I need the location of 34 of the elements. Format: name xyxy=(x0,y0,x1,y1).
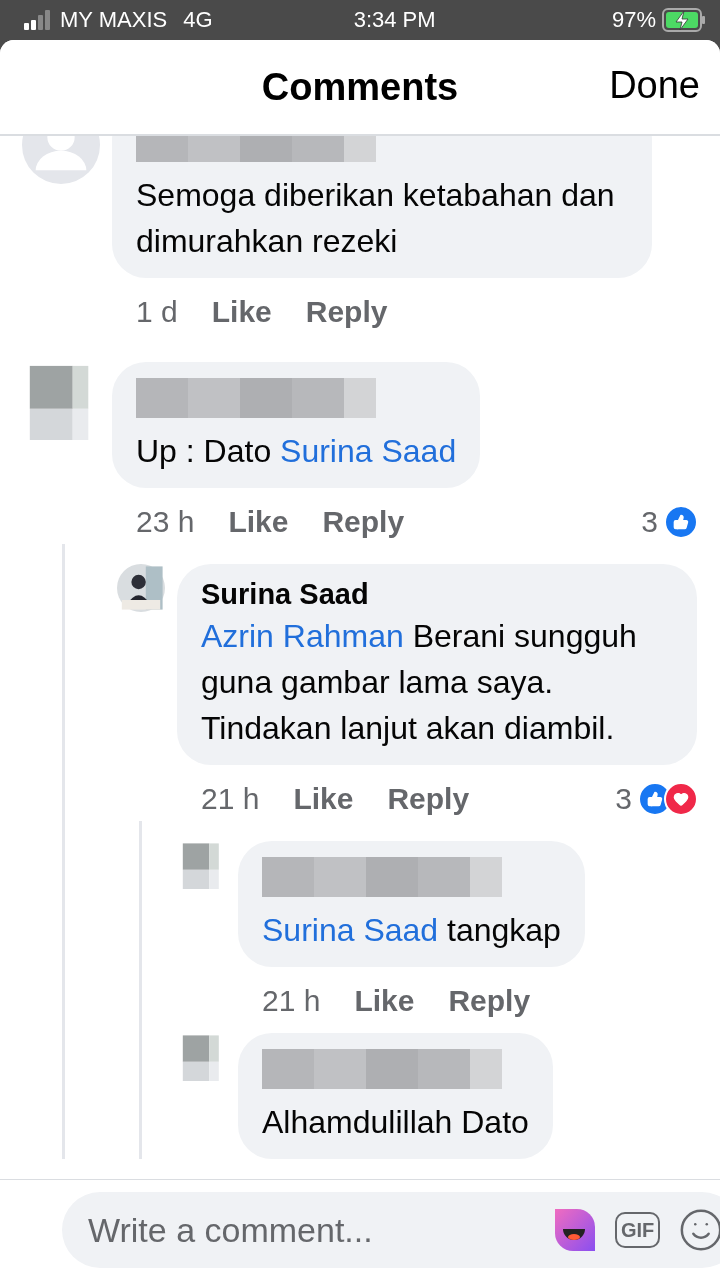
done-button[interactable]: Done xyxy=(609,64,700,107)
comment-text: Up : Dato Surina Saad xyxy=(136,432,457,471)
signal-icon xyxy=(24,10,52,30)
network-type: 4G xyxy=(183,7,213,33)
comment-time: 1 d xyxy=(136,295,178,329)
gif-button[interactable]: GIF xyxy=(615,1212,661,1248)
battery-icon xyxy=(662,8,706,32)
carrier-name: MY MAXIS xyxy=(60,7,168,33)
reply-button[interactable]: Reply xyxy=(448,984,531,1018)
like-button[interactable]: Like xyxy=(211,295,272,329)
comment-time: 21 h xyxy=(262,984,321,1018)
reaction-count: 3 xyxy=(615,782,632,816)
like-button[interactable]: Like xyxy=(293,782,354,816)
comment-field[interactable]: Write a comment... GIF xyxy=(62,1192,720,1268)
like-button[interactable]: Like xyxy=(228,505,289,539)
commenter-name[interactable]: Surina Saad xyxy=(201,578,673,611)
mention-link[interactable]: Azrin Rahman xyxy=(201,618,404,654)
reply-button[interactable]: Reply xyxy=(387,782,470,816)
mention-link[interactable]: Surina Saad xyxy=(280,433,457,469)
comment-text: Semoga diberikan ketabahan dan dimurahkan rezeki xyxy=(136,176,616,261)
reply-button[interactable]: Reply xyxy=(305,295,388,329)
header-title: Comments xyxy=(261,65,459,109)
reply-button[interactable]: Reply xyxy=(322,505,405,539)
comment-text: Surina Saad tangkap xyxy=(262,911,561,950)
comment-time: 23 h xyxy=(136,505,195,539)
clock-time: 3:34 PM xyxy=(353,7,436,33)
reaction-count: 3 xyxy=(641,505,658,539)
comment-text: Azrin Rahman Berani sungguh guna gambar lama saya. Tindakan lanjut akan diambil. xyxy=(201,617,638,748)
battery-percent: 97% xyxy=(611,7,656,33)
like-button[interactable]: Like xyxy=(354,984,415,1018)
comment-text: Alhamdulillah Dato xyxy=(262,1103,529,1142)
mention-link[interactable]: Surina Saad xyxy=(262,912,439,948)
comment-time: 21 h xyxy=(201,782,260,816)
emoji-icon[interactable] xyxy=(678,1207,720,1253)
